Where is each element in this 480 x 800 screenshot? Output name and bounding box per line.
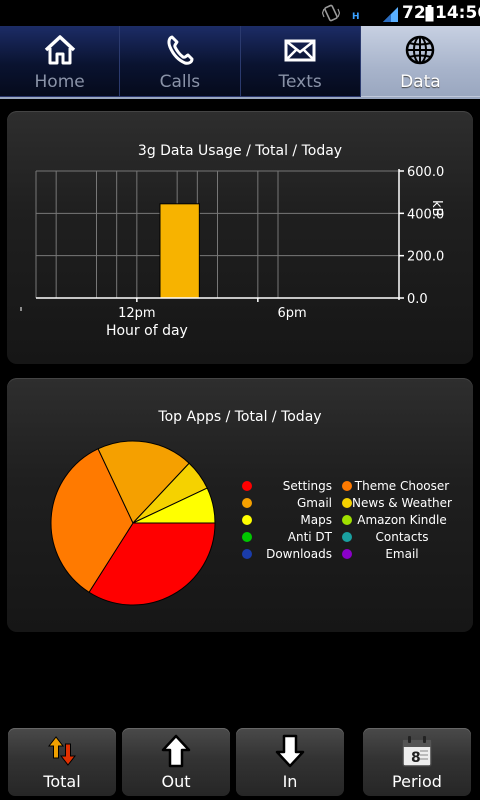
status-bar: H 72 14:56 [0, 0, 480, 26]
arrow-up-icon [161, 734, 191, 768]
y-tick-label: 600.0 [407, 165, 444, 180]
action-bar: Total Out In 8 Period [0, 726, 480, 800]
signal-icon [383, 7, 398, 22]
phone-icon [167, 35, 194, 65]
calendar-icon: 8 [402, 736, 432, 767]
battery-level: 72 [402, 3, 426, 23]
envelope-icon [284, 39, 316, 62]
globe-icon [406, 35, 435, 65]
y-tick-label: 0.0 [407, 292, 428, 307]
apps-panel: Top Apps / Total / Today Settings Gmail Ma… [7, 378, 473, 632]
legend-label: Amazon Kindle [357, 513, 447, 527]
period-button[interactable]: 8 Period [363, 728, 471, 796]
tab-bar: Home Calls Texts Data [0, 26, 480, 98]
updown-arrows-icon [47, 736, 77, 766]
tab-home-label: Home [34, 72, 85, 92]
legend-item: Amazon Kindle [7, 513, 473, 530]
vibrate-icon [322, 4, 340, 22]
tab-underline [0, 97, 480, 99]
tab-data[interactable]: Data [360, 26, 480, 98]
network-type: H [352, 12, 360, 22]
usage-panel: 3g Data Usage / Total / Today 0.0 200.0 40… [7, 111, 473, 364]
calendar-day: 8 [411, 750, 421, 766]
in-button[interactable]: In [236, 728, 344, 796]
tab-data-label: Data [400, 72, 441, 92]
legend-label: Email [385, 547, 419, 561]
tab-home[interactable]: Home [0, 26, 121, 98]
home-icon [44, 35, 75, 65]
legend-item: News & Weather [7, 496, 473, 513]
out-button[interactable]: Out [122, 728, 230, 796]
total-button-label: Total [43, 772, 81, 791]
legend-label: Contacts [375, 530, 429, 544]
total-button[interactable]: Total [8, 728, 116, 796]
tab-texts-label: Texts [278, 72, 322, 92]
x-tick-label: 6pm [278, 306, 307, 321]
legend-item: Theme Chooser [7, 479, 473, 496]
out-button-label: Out [161, 772, 191, 791]
legend-item: Email [7, 547, 473, 564]
x-axis-label: Hour of day [106, 323, 188, 339]
legend-label: Theme Chooser [354, 479, 450, 493]
period-button-label: Period [392, 772, 442, 791]
y-tick-label: 200.0 [407, 250, 444, 265]
tab-texts[interactable]: Texts [240, 26, 361, 98]
tab-calls[interactable]: Calls [120, 26, 241, 98]
battery-icon [425, 5, 434, 22]
apps-legend: Settings Gmail Maps Anti DT Downloads Theme C… [7, 378, 473, 632]
usage-bar [159, 203, 200, 299]
legend-item: Contacts [7, 530, 473, 547]
arrow-down-icon [275, 734, 305, 768]
usage-chart: 0.0200.0400.0600.012pm 6pmHour of daykB [20, 165, 444, 339]
in-button-label: In [282, 772, 298, 791]
legend-label: News & Weather [352, 496, 452, 510]
y-axis-label: kB [429, 200, 444, 216]
clock: 14:56 [435, 3, 480, 23]
x-tick-label: 12pm [118, 306, 155, 321]
tab-calls-label: Calls [159, 72, 201, 92]
